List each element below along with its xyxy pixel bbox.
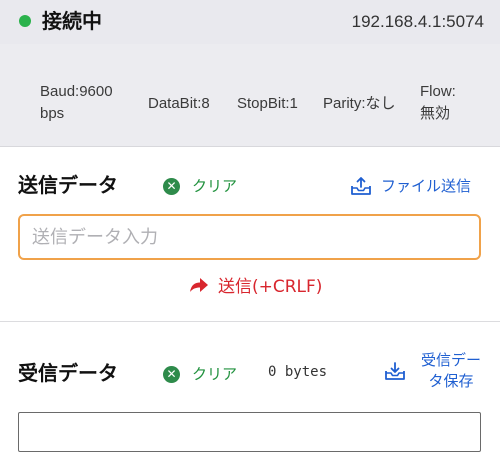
stopbit-label: StopBit:1: [237, 95, 298, 112]
save-label-line-1: 受信デー: [420, 351, 481, 369]
databit-label: DataBit:8: [148, 95, 210, 112]
section-divider: [0, 321, 500, 322]
parity-label: Parity:なし: [323, 95, 396, 112]
send-clear-button[interactable]: ✕ クリア: [163, 176, 237, 196]
x-circle-icon: ✕: [163, 177, 180, 195]
flow-value: 無効: [420, 105, 451, 122]
flow-label: Flow:: [420, 83, 456, 100]
connection-status-bar: 接続中 192.168.4.1:5074: [0, 0, 500, 44]
send-button-label: 送信(+CRLF): [218, 277, 323, 297]
send-clear-label: クリア: [192, 177, 238, 195]
receive-data-area[interactable]: [18, 412, 481, 452]
save-received-data-button[interactable]: 受信デー タ保存: [384, 350, 488, 392]
serial-settings-panel: Baud:9600 bps DataBit:8 StopBit:1 Parity…: [0, 44, 500, 146]
save-received-data-label: 受信デー タ保存: [414, 350, 488, 392]
tray-upload-icon: [351, 176, 371, 195]
connection-status-label: 接続中: [42, 9, 102, 33]
connection-address: 192.168.4.1:5074: [351, 12, 484, 31]
baud-rate-unit: bps: [40, 105, 65, 122]
receive-section-title: 受信データ: [18, 361, 118, 385]
baud-rate-label: Baud:9600: [40, 83, 113, 100]
x-circle-icon: ✕: [163, 365, 180, 383]
tray-download-icon: [385, 362, 405, 380]
connection-status-dot-icon: [19, 15, 31, 27]
send-button[interactable]: 送信(+CRLF): [188, 272, 322, 297]
receive-clear-label: クリア: [192, 365, 238, 383]
file-send-button[interactable]: ファイル送信: [350, 175, 471, 196]
received-byte-count: 0 bytes: [268, 364, 328, 380]
receive-clear-button[interactable]: ✕ クリア: [163, 364, 237, 384]
send-section-title: 送信データ: [18, 173, 118, 197]
arrow-right-icon: [190, 277, 208, 292]
save-label-line-2: タ保存: [428, 372, 474, 390]
file-send-label: ファイル送信: [381, 177, 472, 195]
panel-divider: [0, 146, 500, 147]
send-data-input[interactable]: [18, 214, 481, 260]
